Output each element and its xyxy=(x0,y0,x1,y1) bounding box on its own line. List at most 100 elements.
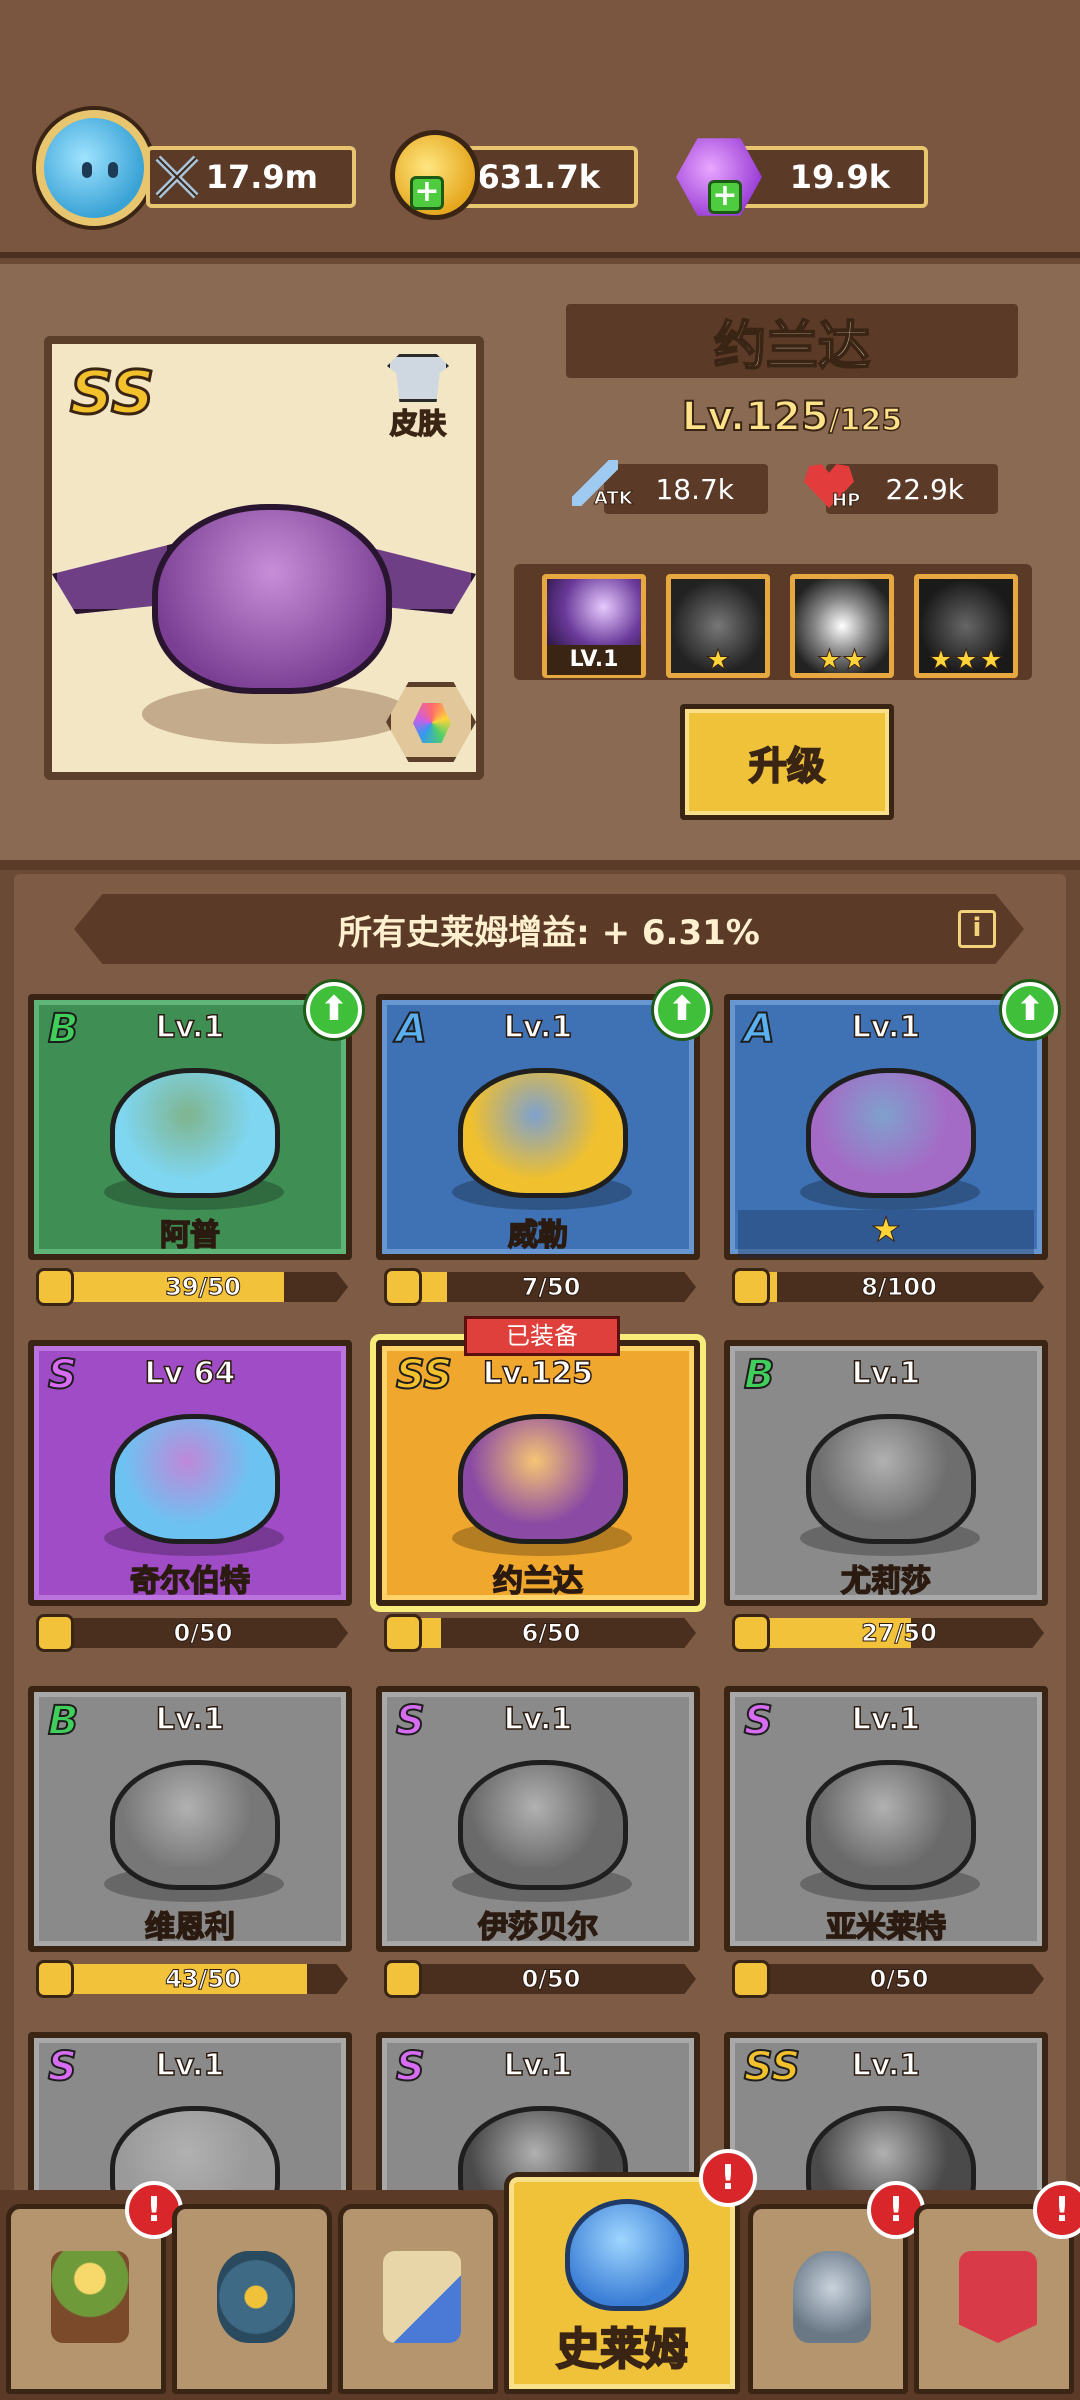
slime-star-icon: ★ xyxy=(738,1210,1034,1258)
player-avatar[interactable] xyxy=(36,110,152,226)
slime-tile[interactable]: S Lv.1 亚米莱特 xyxy=(724,1686,1048,1952)
shard-count: 43/50 xyxy=(165,1965,242,1994)
slime-tile[interactable]: SS Lv.125 约兰达 xyxy=(376,1340,700,1606)
slime-image xyxy=(458,1068,628,1198)
add-gems-button[interactable]: + xyxy=(708,180,742,214)
slime-card[interactable]: A Lv.1 威勒 ⬆ 7/50 xyxy=(376,982,710,1306)
slime-level: Lv.1 xyxy=(503,1009,573,1046)
slime-tile[interactable]: B Lv.1 阿普 xyxy=(28,994,352,1260)
equipped-badge: 已装备 xyxy=(464,1316,620,1356)
slime-card[interactable]: SS Lv.1 xyxy=(724,2032,1048,2204)
slime-card[interactable]: B Lv.1 尤莉莎 27/50 xyxy=(724,1340,1048,1652)
shard-count: 0/50 xyxy=(173,1619,233,1648)
slime-tile[interactable]: A Lv.1 ★ xyxy=(724,994,1048,1260)
slime-level: Lv.1 xyxy=(503,1701,573,1738)
slime-tile[interactable]: A Lv.1 威勒 xyxy=(376,994,700,1260)
slime-level: Lv.1 xyxy=(851,1009,921,1046)
nav-helmet[interactable]: ! xyxy=(748,2181,925,2394)
bottom-navigation: ! 史莱姆 ! ! ! xyxy=(0,2149,1080,2400)
global-bonus-banner: 所有史莱姆增益: + 6.31% xyxy=(74,894,1024,964)
shard-progress-bar: 0/50 xyxy=(384,1960,696,1998)
hero-rank: SS xyxy=(68,357,155,430)
sword-icon: ATK xyxy=(572,460,633,510)
nav-hero[interactable]: ! xyxy=(6,2181,183,2394)
upgrade-button[interactable]: 升级 xyxy=(680,704,894,820)
shard-progress-bar: 7/50 xyxy=(384,1268,696,1306)
shard-progress-bar: 8/100 xyxy=(732,1268,1044,1306)
shard-progress-bar: 0/50 xyxy=(36,1614,348,1652)
slime-tile[interactable]: SS Lv.1 xyxy=(724,2032,1048,2204)
info-button[interactable]: i xyxy=(958,910,996,948)
slime-card[interactable]: S Lv.1 亚米莱特 0/50 xyxy=(724,1686,1048,1998)
skill-3-stars: ★★ xyxy=(816,643,868,676)
slime-level: Lv.1 xyxy=(503,2047,573,2084)
nav-scroll[interactable] xyxy=(338,2204,498,2394)
slime-level: Lv 64 xyxy=(144,1355,236,1392)
shard-progress-bar: 0/50 xyxy=(732,1960,1044,1998)
skill-slot-4[interactable]: ★★★ xyxy=(914,574,1018,678)
skill-slot-2[interactable]: ★ xyxy=(666,574,770,678)
slime-name: 约兰达 xyxy=(492,1563,584,1600)
scroll-icon xyxy=(383,2251,461,2343)
add-coins-button[interactable]: + xyxy=(410,176,444,210)
slime-card[interactable]: A Lv.1 ★ ⬆ 8/100 xyxy=(724,982,1058,1306)
skill-4-stars: ★★★ xyxy=(928,643,1004,676)
slime-card[interactable]: B Lv.1 阿普 ⬆ 39/50 xyxy=(28,982,362,1306)
slime-name: 阿普 xyxy=(159,1217,221,1254)
skill-bar: LV.1 ★ ★★ ★★★ xyxy=(514,564,1032,680)
slime-card[interactable]: S Lv.1 xyxy=(28,2032,352,2204)
atk-label: ATK xyxy=(594,488,634,510)
slime-image xyxy=(806,1414,976,1544)
slime-image xyxy=(806,1068,976,1198)
slime-card[interactable]: SS Lv.125 约兰达 已装备 6/50 xyxy=(376,1316,700,1652)
slime-tile[interactable]: B Lv.1 维恩利 xyxy=(28,1686,352,1952)
slime-tile[interactable]: B Lv.1 尤莉莎 xyxy=(724,1340,1048,1606)
slime-name: 亚米莱特 xyxy=(825,1909,947,1946)
shard-progress-bar: 39/50 xyxy=(36,1268,348,1306)
upgrade-available-icon: ⬆ xyxy=(1002,982,1058,1038)
slime-icon xyxy=(565,2199,689,2311)
slime-level: Lv.1 xyxy=(851,2047,921,2084)
slime-image xyxy=(110,1760,280,1890)
slime-tile[interactable]: S Lv.1 xyxy=(28,2032,352,2204)
nav-rune[interactable] xyxy=(172,2204,332,2394)
slime-level: Lv.1 xyxy=(155,1009,225,1046)
hero-name: 约兰达 xyxy=(566,304,1018,378)
slime-image xyxy=(110,1068,280,1198)
slime-tile[interactable]: S Lv 64 奇尔伯特 xyxy=(28,1340,352,1606)
hp-value: 22.9k xyxy=(885,472,964,506)
nav-banner[interactable]: ! xyxy=(914,2181,1080,2394)
hero-level-max: /125 xyxy=(828,402,903,439)
slime-level: Lv.1 xyxy=(155,1701,225,1738)
slime-card[interactable]: B Lv.1 维恩利 43/50 xyxy=(28,1686,352,1998)
shard-count: 27/50 xyxy=(861,1619,938,1648)
upgrade-available-icon: ⬆ xyxy=(654,982,710,1038)
heart-icon: HP xyxy=(804,464,861,512)
shard-progress-bar: 6/50 xyxy=(384,1614,696,1652)
shard-count: 0/50 xyxy=(869,1965,929,1994)
shard-count: 6/50 xyxy=(521,1619,581,1648)
skill-slot-1[interactable]: LV.1 xyxy=(542,574,646,678)
skill-slot-3[interactable]: ★★ xyxy=(790,574,894,678)
hp-label: HP xyxy=(831,490,861,512)
shard-count: 7/50 xyxy=(521,1273,581,1302)
rainbow-gem-button[interactable] xyxy=(386,682,476,762)
nav-slime[interactable]: 史莱姆 ! xyxy=(504,2149,757,2394)
slime-level: Lv.1 xyxy=(851,1701,921,1738)
power-value: 17.9m xyxy=(205,158,318,196)
rune-icon xyxy=(217,2251,295,2343)
slime-tile[interactable]: S Lv.1 伊莎贝尔 xyxy=(376,1686,700,1952)
slime-card[interactable]: S Lv 64 奇尔伯特 0/50 xyxy=(28,1340,352,1652)
upgrade-available-icon: ⬆ xyxy=(306,982,362,1038)
alert-badge: ! xyxy=(699,2149,757,2207)
skin-button[interactable]: 皮肤 xyxy=(378,354,458,442)
slime-name: 尤莉莎 xyxy=(840,1563,932,1600)
slime-card[interactable]: S Lv.1 伊莎贝尔 0/50 xyxy=(376,1686,700,1998)
slime-collection: 所有史莱姆增益: + 6.31% i B Lv.1 阿普 ⬆ 39/50 A Lv.1 威… xyxy=(14,874,1066,2204)
hero-level-current: Lv.125 xyxy=(681,393,830,441)
crossed-swords-icon xyxy=(150,150,204,204)
alert-badge: ! xyxy=(1033,2181,1080,2239)
shirt-icon xyxy=(387,354,449,402)
skill-1-level: LV.1 xyxy=(547,645,641,675)
shard-count: 0/50 xyxy=(521,1965,581,1994)
